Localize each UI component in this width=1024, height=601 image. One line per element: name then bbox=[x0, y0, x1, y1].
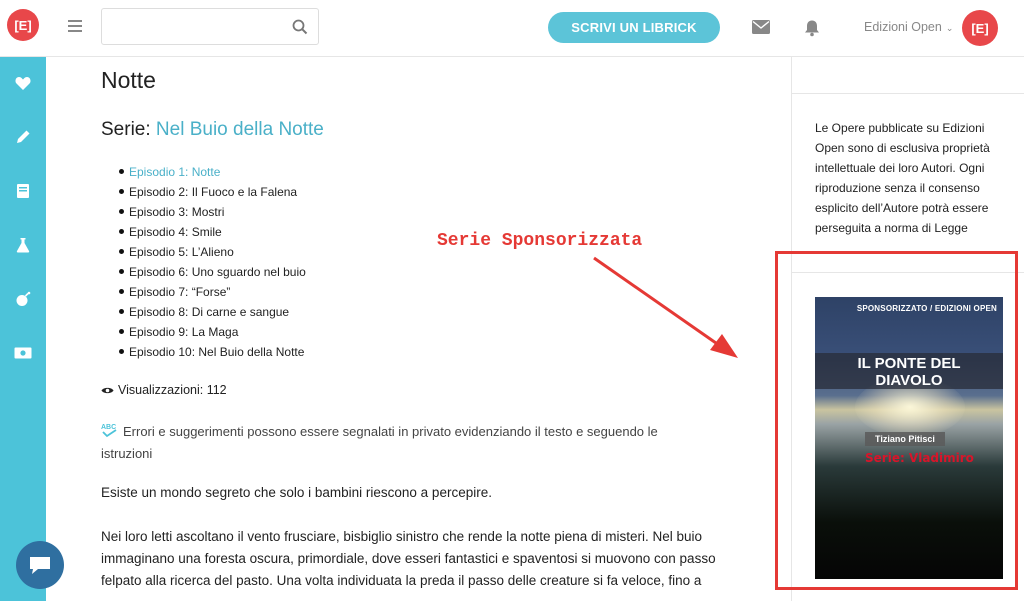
episode-item-9[interactable]: Episodio 9: La Maga bbox=[101, 322, 306, 342]
search-box bbox=[101, 8, 319, 45]
bell-icon[interactable] bbox=[803, 19, 821, 37]
mail-icon[interactable] bbox=[752, 20, 770, 34]
sponsored-tag: SPONSORIZZATO / EDIZIONI OPEN bbox=[856, 304, 997, 313]
money-icon bbox=[14, 347, 32, 359]
sidebar-item-favorites[interactable] bbox=[0, 63, 46, 103]
story-paragraph: Nei loro letti ascoltano il vento frusci… bbox=[101, 529, 716, 588]
sidebar-item-lab[interactable] bbox=[0, 225, 46, 265]
top-bar: [E] SCRIVI UN LIBRICK Edizioni Open ⌄ [E] bbox=[0, 0, 1024, 57]
episode-item-8[interactable]: Episodio 8: Di carne e sangue bbox=[101, 302, 306, 322]
book-title-line: DIAVOLO bbox=[875, 372, 943, 389]
write-librick-button[interactable]: SCRIVI UN LIBRICK bbox=[548, 12, 720, 43]
episode-item-10[interactable]: Episodio 10: Nel Buio della Notte bbox=[101, 342, 306, 362]
heart-icon bbox=[15, 76, 31, 90]
book-series: Serie: Vladimiro bbox=[865, 451, 974, 465]
logo[interactable]: [E] bbox=[7, 9, 39, 41]
divider bbox=[792, 93, 1024, 94]
user-menu[interactable]: Edizioni Open ⌄ bbox=[864, 20, 953, 34]
book-icon bbox=[17, 184, 29, 198]
annotation-label: Serie Sponsorizzata bbox=[437, 231, 643, 251]
series-prefix: Serie: bbox=[101, 119, 156, 140]
episode-item-5[interactable]: Episodio 5: L’Alieno bbox=[101, 242, 306, 262]
story-paragraph: Esiste un mondo segreto che solo i bambi… bbox=[101, 485, 492, 500]
search-input[interactable] bbox=[102, 9, 298, 43]
page-title: Notte bbox=[101, 67, 156, 93]
bomb-icon bbox=[16, 291, 31, 306]
errata-note: ABC Errori e suggerimenti possono essere … bbox=[101, 421, 711, 465]
series-heading: Serie: Nel Buio della Notte bbox=[101, 119, 324, 141]
search-icon[interactable] bbox=[292, 19, 308, 35]
copyright-notice: Le Opere pubblicate su Edizioni Open son… bbox=[815, 121, 990, 235]
episode-item-4[interactable]: Episodio 4: Smile bbox=[101, 222, 306, 242]
hamburger-menu-icon[interactable] bbox=[68, 20, 82, 32]
sponsored-book-cover[interactable]: SPONSORIZZATO / EDIZIONI OPEN IL PONTE D… bbox=[815, 297, 1003, 579]
spellcheck-icon: ABC bbox=[101, 424, 117, 438]
episode-item-6[interactable]: Episodio 6: Uno sguardo nel buio bbox=[101, 262, 306, 282]
book-title-line: IL PONTE DEL bbox=[857, 355, 961, 372]
sidebar bbox=[0, 57, 46, 601]
episode-list: Episodio 1: Notte Episodio 2: Il Fuoco e… bbox=[101, 162, 306, 362]
chevron-down-icon: ⌄ bbox=[945, 23, 954, 33]
episode-item-1[interactable]: Episodio 1: Notte bbox=[101, 162, 306, 182]
series-link[interactable]: Nel Buio della Notte bbox=[156, 119, 324, 140]
eye-icon bbox=[101, 387, 114, 394]
sidebar-item-challenge[interactable] bbox=[0, 279, 46, 319]
chat-button[interactable] bbox=[16, 541, 64, 589]
book-title: IL PONTE DEL DIAVOLO bbox=[815, 355, 1003, 389]
sidebar-item-library[interactable] bbox=[0, 171, 46, 211]
view-count-text: Visualizzazioni: 112 bbox=[118, 383, 227, 397]
svg-text:ABC: ABC bbox=[101, 424, 116, 431]
sidebar-item-earnings[interactable] bbox=[0, 333, 46, 373]
episode-item-2[interactable]: Episodio 2: Il Fuoco e la Falena bbox=[101, 182, 306, 202]
flask-icon bbox=[16, 238, 30, 253]
errata-note-text: Errori e suggerimenti possono essere seg… bbox=[101, 424, 658, 461]
view-count: Visualizzazioni: 112 bbox=[101, 383, 227, 397]
annotation-arrow-icon bbox=[593, 256, 738, 358]
sidebar-item-write[interactable] bbox=[0, 117, 46, 157]
book-author: Tiziano Pitisci bbox=[865, 432, 945, 446]
chat-bubble-icon bbox=[30, 557, 50, 574]
user-name: Edizioni Open bbox=[864, 20, 942, 34]
pencil-icon bbox=[17, 130, 30, 143]
avatar[interactable]: [E] bbox=[962, 10, 998, 46]
episode-item-7[interactable]: Episodio 7: “Forse” bbox=[101, 282, 306, 302]
episode-item-3[interactable]: Episodio 3: Mostri bbox=[101, 202, 306, 222]
